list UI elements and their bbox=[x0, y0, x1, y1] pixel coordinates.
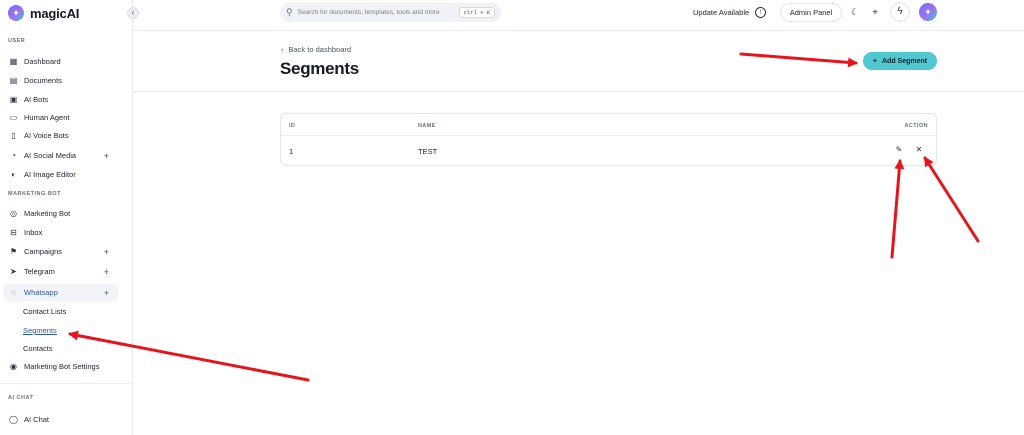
sidebar-item-ai-bots[interactable]: ▣ AI Bots bbox=[4, 91, 118, 108]
avatar[interactable]: ✦ bbox=[919, 3, 937, 21]
agent-icon: ▭ bbox=[9, 113, 18, 122]
expand-icon[interactable]: + bbox=[104, 247, 109, 257]
sidebar-item-telegram[interactable]: ➤ Telegram + bbox=[4, 263, 118, 280]
sidebar-subitem-contact-lists[interactable]: Contact Lists bbox=[23, 307, 66, 316]
chevron-left-icon: ‹ bbox=[131, 8, 135, 17]
column-header-action: ACTION bbox=[904, 123, 928, 129]
shortcut-badge: ctrl + K bbox=[458, 7, 495, 18]
collapse-sidebar-button[interactable]: ‹ bbox=[127, 7, 139, 19]
sidebar-item-label: AI Bots bbox=[24, 95, 49, 104]
sidebar-item-ai-voice-bots[interactable]: ▯ AI Voice Bots bbox=[4, 127, 118, 144]
sidebar-item-documents[interactable]: ▤ Documents bbox=[4, 72, 118, 89]
sidebar-item-marketing-bot[interactable]: ◎ Marketing Bot bbox=[4, 205, 118, 222]
admin-panel-button[interactable]: Admin Panel bbox=[780, 3, 842, 22]
sidebar-item-label: Marketing Bot Settings bbox=[24, 362, 100, 371]
plus-icon: + bbox=[872, 57, 877, 65]
search-icon: ⚲ bbox=[286, 7, 293, 17]
social-icon: ◔ bbox=[11, 151, 16, 160]
image-icon: ◐ bbox=[11, 170, 16, 179]
sidebar-item-inbox[interactable]: ⊟ Inbox bbox=[4, 224, 118, 241]
sidebar-subitem-contacts[interactable]: Contacts bbox=[23, 344, 53, 353]
cell-name: TEST bbox=[418, 147, 438, 156]
column-header-name: NAME bbox=[418, 123, 436, 129]
search-bar[interactable]: ⚲ ctrl + K bbox=[280, 3, 501, 22]
section-label-user: USER bbox=[8, 38, 26, 44]
segments-table: ID NAME ACTION 1 TEST ✎ ✕ bbox=[280, 113, 937, 166]
cell-id: 1 bbox=[289, 147, 294, 156]
chat-icon: ◯ bbox=[9, 415, 18, 424]
documents-icon: ▤ bbox=[9, 76, 18, 85]
sidebar-item-label: Human Agent bbox=[24, 113, 70, 122]
voice-icon: ▯ bbox=[11, 131, 16, 140]
sidebar-item-ai-image-editor[interactable]: ◐ AI Image Editor bbox=[4, 166, 118, 183]
sidebar-subitem-segments[interactable]: Segments bbox=[23, 326, 57, 335]
back-label: Back to dashboard bbox=[288, 45, 352, 54]
sidebar-item-label: Marketing Bot bbox=[24, 209, 71, 218]
telegram-icon: ➤ bbox=[10, 267, 17, 276]
page-title: Segments bbox=[280, 59, 359, 78]
sidebar-item-label: AI Chat bbox=[24, 415, 50, 424]
app-name: magicAI bbox=[30, 5, 80, 21]
sidebar-item-ai-chat[interactable]: ◯ AI Chat bbox=[4, 411, 118, 428]
logo-icon: ✦ bbox=[8, 5, 24, 21]
campaign-icon: ⚑ bbox=[9, 247, 18, 256]
sidebar-item-label: AI Voice Bots bbox=[24, 131, 69, 140]
sidebar-item-label: Telegram bbox=[24, 267, 55, 276]
back-to-dashboard-link[interactable]: ‹ Back to dashboard bbox=[281, 45, 351, 54]
sidebar-item-ai-social-media[interactable]: ◔ AI Social Media + bbox=[4, 147, 118, 164]
search-input[interactable] bbox=[297, 9, 458, 16]
sidebar-item-label: Campaigns bbox=[24, 247, 62, 256]
expand-icon[interactable]: + bbox=[104, 267, 109, 277]
expand-icon[interactable]: + bbox=[104, 151, 109, 161]
lightning-icon[interactable]: ϟ bbox=[890, 2, 910, 22]
sidebar-item-label: Dashboard bbox=[24, 57, 61, 66]
sidebar-item-label: Inbox bbox=[24, 228, 43, 237]
update-available-button[interactable]: Update Available ↑ bbox=[693, 7, 767, 18]
sidebar-item-human-agent[interactable]: ▭ Human Agent bbox=[4, 109, 118, 126]
sidebar-item-label: Documents bbox=[24, 76, 62, 85]
arrow-to-delete bbox=[923, 156, 980, 243]
arrow-to-edit bbox=[890, 159, 905, 259]
expand-icon[interactable]: + bbox=[104, 288, 109, 298]
dark-mode-icon[interactable]: ☾ bbox=[849, 6, 861, 18]
sidebar-item-campaigns[interactable]: ⚑ Campaigns + bbox=[4, 243, 118, 260]
edit-icon[interactable]: ✎ bbox=[894, 145, 904, 155]
close-icon[interactable]: ✕ bbox=[914, 145, 924, 155]
marketing-icon: ◎ bbox=[10, 209, 17, 218]
whatsapp-icon: ◌ bbox=[11, 288, 16, 297]
settings-icon: ◉ bbox=[10, 362, 17, 371]
sidebar-item-label: AI Image Editor bbox=[24, 170, 76, 179]
sidebar-item-dashboard[interactable]: ▦ Dashboard bbox=[4, 53, 118, 70]
update-label: Update Available bbox=[693, 8, 750, 17]
chevron-left-icon: ‹ bbox=[281, 45, 284, 54]
sidebar-item-marketing-bot-settings[interactable]: ◉ Marketing Bot Settings bbox=[4, 358, 118, 375]
add-segment-label: Add Segment bbox=[881, 57, 928, 65]
inbox-icon: ⊟ bbox=[10, 228, 17, 237]
section-label-marketing: MARKETING BOT bbox=[8, 191, 61, 197]
crosshair-icon[interactable]: ⌖ bbox=[869, 6, 881, 18]
sidebar-item-label: AI Social Media bbox=[24, 151, 77, 160]
sidebar-item-whatsapp[interactable]: ◌ Whatsapp + bbox=[4, 284, 118, 301]
add-segment-button[interactable]: + Add Segment bbox=[863, 52, 937, 70]
sidebar-item-label: Whatsapp bbox=[24, 288, 58, 297]
logo[interactable]: ✦ magicAI bbox=[8, 5, 79, 21]
section-label-ai-chat: AI CHAT bbox=[8, 395, 34, 401]
sidebar-divider bbox=[0, 383, 133, 384]
sidebar: ✦ magicAI USER ▦ Dashboard ▤ Documents ▣… bbox=[0, 0, 133, 435]
bot-icon: ▣ bbox=[9, 95, 18, 104]
dashboard-icon: ▦ bbox=[9, 57, 18, 66]
column-header-id: ID bbox=[289, 123, 296, 129]
arrow-up-circle-icon: ↑ bbox=[755, 7, 767, 18]
header-divider bbox=[281, 135, 936, 136]
